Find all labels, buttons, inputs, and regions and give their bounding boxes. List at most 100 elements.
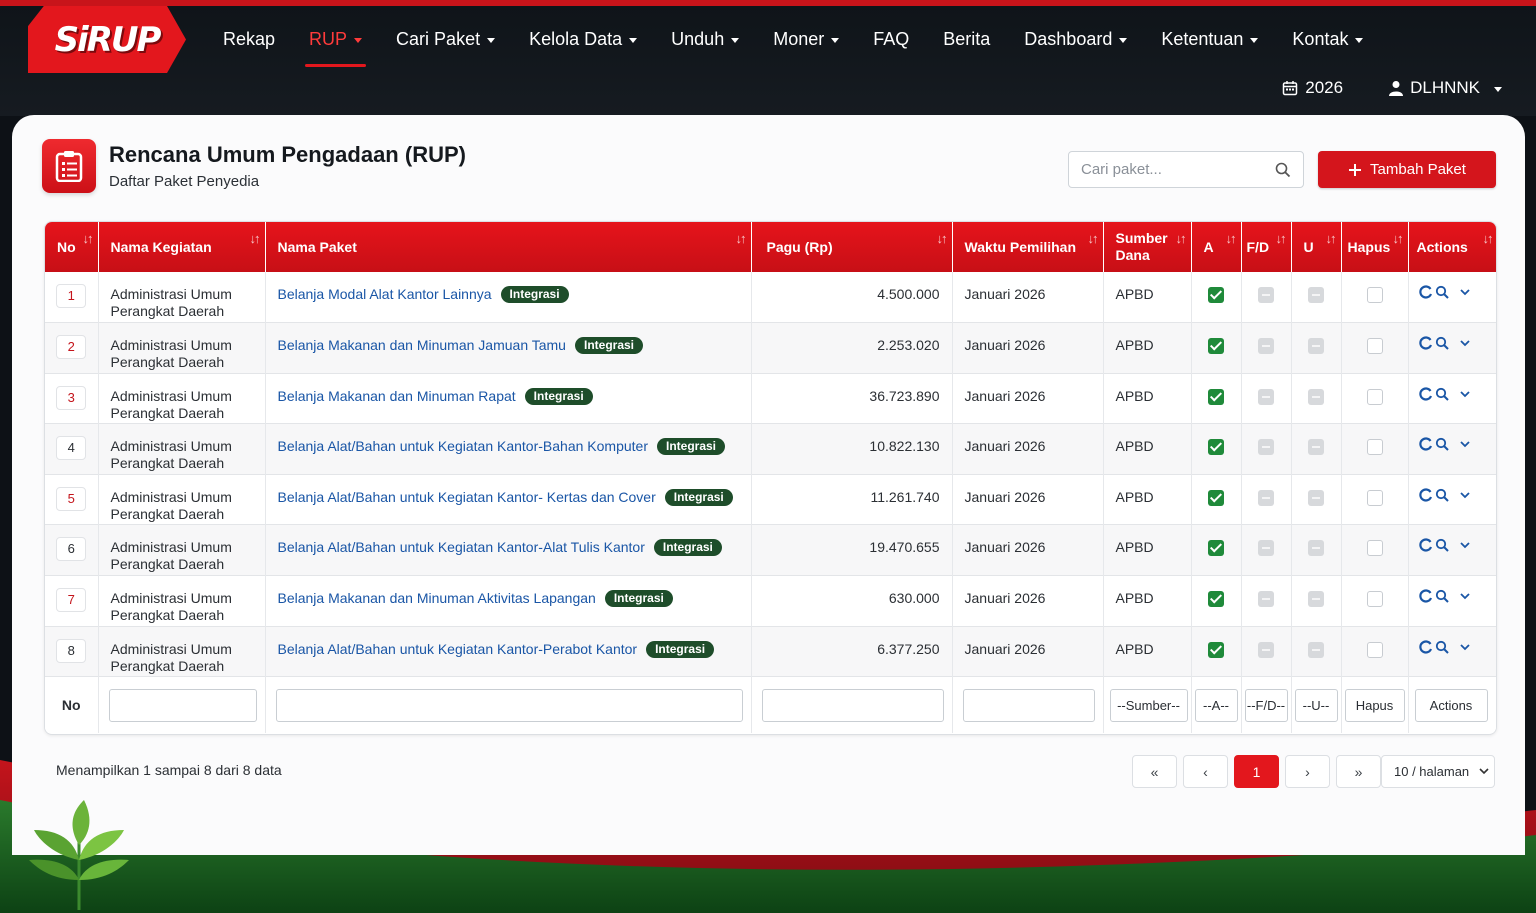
col-header-waktu[interactable]: Waktu Pemilihan ↓↑ [952,222,1104,272]
filter-paket-input[interactable] [275,689,743,723]
refresh-icon[interactable] [1418,437,1433,451]
pagination: « ‹ 1 › » [1132,755,1381,788]
a-checkbox[interactable] [1208,439,1224,456]
fd-cell [1241,423,1292,475]
col-header-u[interactable]: U ↓↑ [1291,222,1342,272]
nav-kontak[interactable]: Kontak [1275,6,1380,72]
filter-fd-select[interactable]: --F/D-- [1244,689,1288,723]
user-menu[interactable]: DLHNNK [1389,78,1502,98]
search-icon[interactable] [1435,336,1449,350]
kegiatan-line-1: Administrasi Umum [110,590,232,607]
col-header-kegiatan[interactable]: Nama Kegiatan ↓↑ [98,222,266,272]
sort-icon: ↓↑ [1087,231,1099,246]
col-header-sumber[interactable]: Sumber Dana ↓↑ [1103,222,1192,272]
a-checkbox[interactable] [1208,489,1224,506]
refresh-icon[interactable] [1418,538,1433,553]
a-checkbox[interactable] [1208,388,1224,405]
nav-unduh[interactable]: Unduh [654,6,756,72]
filter-hapus-select[interactable]: Hapus [1344,689,1405,723]
hapus-checkbox[interactable] [1366,388,1383,405]
nav-kelola-data[interactable]: Kelola Data [512,6,654,72]
filter-waktu-input[interactable] [962,689,1095,723]
paket-link[interactable]: Belanja Alat/Bahan untuk Kegiatan Kantor… [278,489,656,505]
search-icon[interactable] [1275,162,1291,178]
chevron-down-icon[interactable] [1459,540,1471,550]
chevron-down-icon[interactable] [1459,287,1471,297]
waktu-cell: Januari 2026 [952,474,1104,525]
nav-cari-paket[interactable]: Cari Paket [379,6,512,72]
paket-link[interactable]: Belanja Alat/Bahan untuk Kegiatan Kantor… [278,438,648,454]
add-package-button[interactable]: Tambah Paket [1318,151,1496,188]
search-icon[interactable] [1435,538,1449,553]
chevron-down-icon[interactable] [1459,389,1471,399]
search-icon[interactable] [1435,488,1449,502]
paket-link[interactable]: Belanja Makanan dan Minuman Jamuan Tamu [278,337,566,353]
nav-faq[interactable]: FAQ [856,6,926,72]
refresh-icon[interactable] [1418,336,1433,350]
search-icon[interactable] [1435,387,1449,401]
filter-a-select[interactable]: --A-- [1194,689,1238,723]
filter-u-select[interactable]: --U-- [1294,689,1338,723]
hapus-checkbox[interactable] [1366,591,1383,608]
a-checkbox[interactable] [1208,591,1224,608]
filter-pagu-input[interactable] [761,689,944,723]
paket-link[interactable]: Belanja Modal Alat Kantor Lainnya [278,286,492,302]
hapus-checkbox[interactable] [1366,287,1383,303]
search-icon[interactable] [1435,589,1449,603]
page-last-button[interactable]: » [1336,755,1381,788]
nav-ketentuan[interactable]: Ketentuan [1144,6,1275,72]
refresh-icon[interactable] [1418,488,1433,502]
chevron-down-icon[interactable] [1459,591,1471,601]
nav-moner[interactable]: Moner [756,6,856,72]
search-icon[interactable] [1435,285,1449,299]
col-header-paket[interactable]: Nama Paket ↓↑ [265,222,752,272]
paket-link[interactable]: Belanja Alat/Bahan untuk Kegiatan Kantor… [278,539,645,555]
page-current-button[interactable]: 1 [1234,755,1279,788]
paket-link[interactable]: Belanja Alat/Bahan untuk Kegiatan Kantor… [278,641,638,657]
col-header-fd[interactable]: F/D ↓↑ [1241,222,1292,272]
col-header-actions[interactable]: Actions ↓↑ [1408,222,1496,272]
page-prev-button[interactable]: ‹ [1183,755,1228,788]
paket-link[interactable]: Belanja Makanan dan Minuman Rapat [278,388,516,404]
hapus-checkbox[interactable] [1366,641,1383,658]
col-header-pagu[interactable]: Pagu (Rp) ↓↑ [751,222,953,272]
hapus-checkbox[interactable] [1366,338,1383,355]
hapus-checkbox[interactable] [1366,489,1383,506]
nav-dashboard[interactable]: Dashboard [1007,6,1144,72]
chevron-down-icon[interactable] [1459,338,1471,348]
a-checkbox[interactable] [1208,338,1224,355]
search-icon[interactable] [1435,640,1449,654]
chevron-down-icon[interactable] [1459,439,1471,449]
nav-rup[interactable]: RUP [292,6,379,72]
refresh-icon[interactable] [1418,589,1433,603]
col-header-no[interactable]: No ↓↑ [45,222,99,272]
a-checkbox[interactable] [1208,287,1224,303]
main-menu: Rekap RUP Cari Paket Kelola Data Unduh M… [206,6,1380,72]
year-selector[interactable]: 2026 [1282,78,1343,98]
hapus-checkbox[interactable] [1366,439,1383,456]
filter-actions-button[interactable]: Actions [1414,689,1488,723]
nav-berita[interactable]: Berita [926,6,1007,72]
chevron-down-icon[interactable] [1459,642,1471,652]
refresh-icon[interactable] [1418,285,1433,299]
refresh-icon[interactable] [1418,387,1433,401]
sirup-logo[interactable]: SiRUP [28,6,186,73]
refresh-icon[interactable] [1418,640,1433,654]
col-header-a[interactable]: A ↓↑ [1191,222,1242,272]
chevron-down-icon[interactable] [1459,490,1471,500]
hapus-checkbox[interactable] [1366,540,1383,557]
hapus-cell [1341,272,1409,323]
search-input[interactable] [1081,161,1261,178]
col-header-hapus[interactable]: Hapus ↓↑ [1341,222,1409,272]
paket-link[interactable]: Belanja Makanan dan Minuman Aktivitas La… [278,590,596,606]
filter-sumber-select[interactable]: --Sumber-- [1109,689,1188,723]
filter-kegiatan-input[interactable] [108,689,257,723]
a-checkbox[interactable] [1208,641,1224,658]
table-info: Menampilkan 1 sampai 8 dari 8 data [56,762,282,778]
per-page-select[interactable]: 10 / halaman [1381,755,1495,788]
page-first-button[interactable]: « [1132,755,1177,788]
a-checkbox[interactable] [1208,540,1224,557]
page-next-button[interactable]: › [1285,755,1330,788]
search-icon[interactable] [1435,437,1449,451]
nav-rekap[interactable]: Rekap [206,6,292,72]
